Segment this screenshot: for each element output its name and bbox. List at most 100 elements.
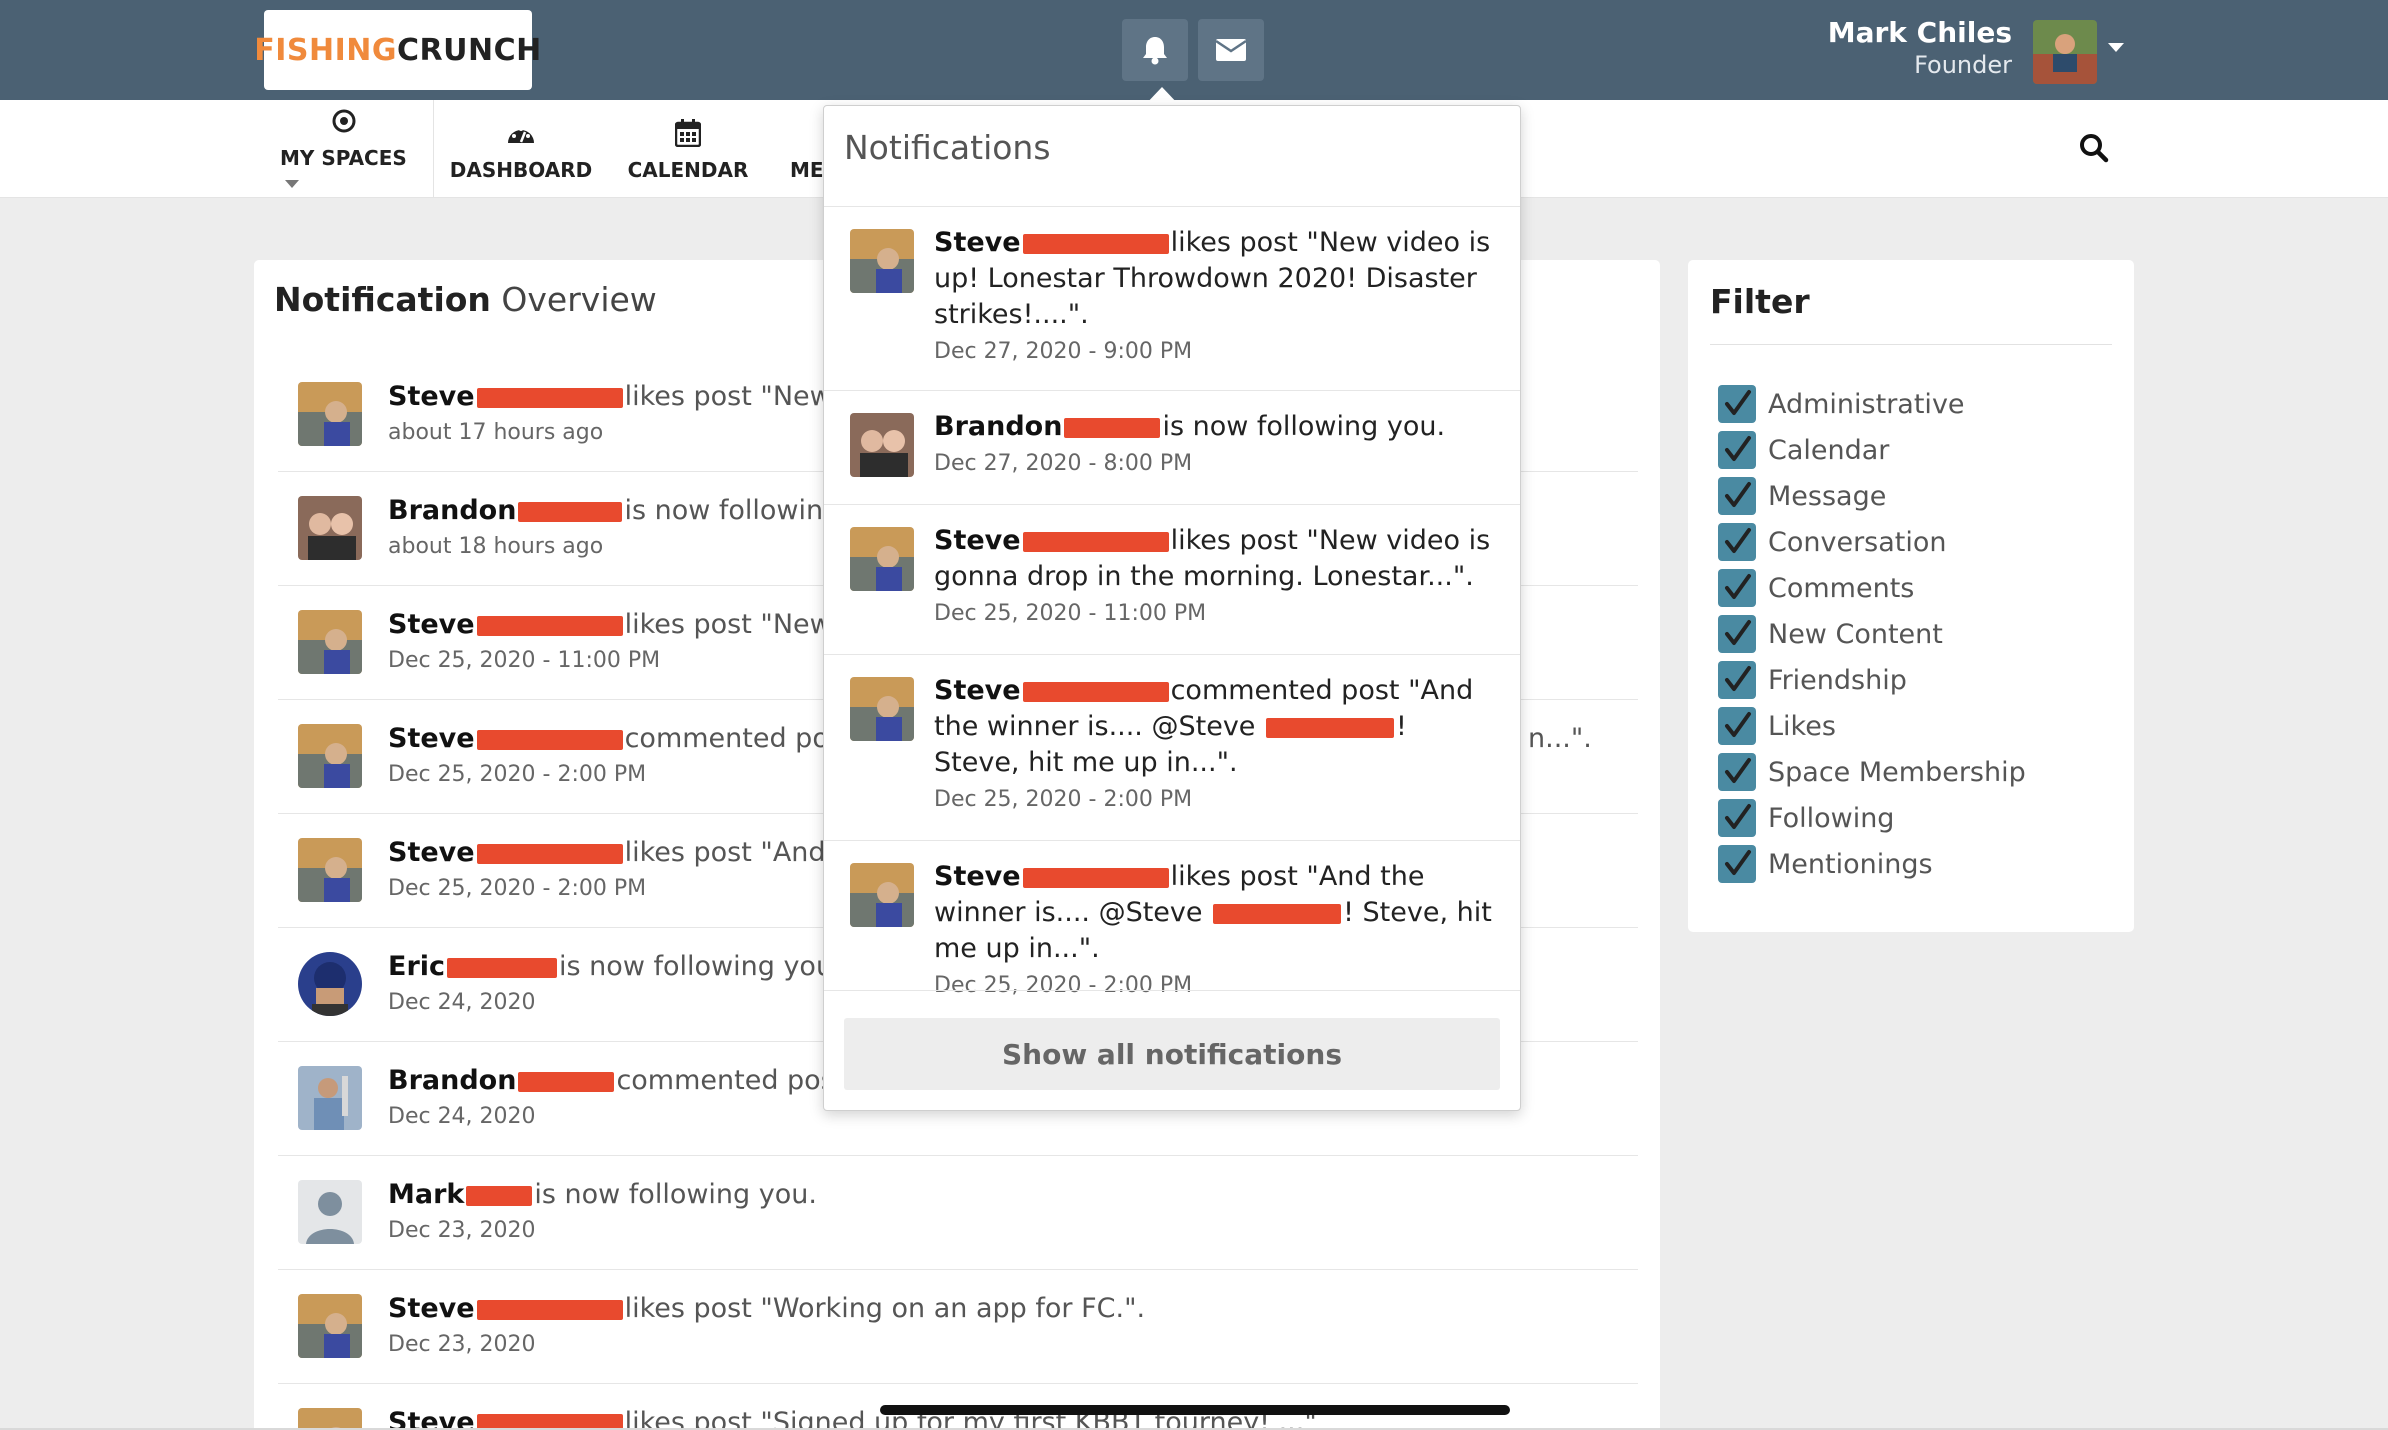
dropdown-title: Notifications <box>844 128 1051 167</box>
filter-panel: Filter Administrative Calendar Message Conv… <box>1688 260 2134 932</box>
redacted-name <box>476 387 623 408</box>
notification-time: Dec 24, 2020 <box>388 1104 536 1129</box>
logo-text-crunch: CRUNCH <box>397 32 542 68</box>
checkbox-checked-icon[interactable] <box>1718 845 1756 883</box>
notification-text: Steve likes post "And the <box>388 837 879 868</box>
redacted-name <box>1266 717 1394 738</box>
dropdown-notification-text: Steve likes post "New video is gonna drop… <box>934 523 1494 631</box>
filter-option-label: Calendar <box>1768 434 1890 466</box>
filter-option[interactable]: Administrative <box>1718 384 1965 424</box>
filter-option-label: Conversation <box>1768 526 1947 558</box>
dropdown-notification-item[interactable]: Steve likes post "And the winner is.... @… <box>824 840 1520 998</box>
dropdown-notification-item[interactable]: Brandon is now following you. Dec 27, 202… <box>824 390 1520 504</box>
avatar <box>850 677 914 741</box>
avatar <box>850 229 914 293</box>
notification-time: Dec 25, 2020 - 2:00 PM <box>388 876 647 901</box>
panel-title: Notification Overview <box>274 280 657 319</box>
filter-option-label: New Content <box>1768 618 1943 650</box>
nav-my-spaces[interactable]: MY SPACES <box>280 100 408 198</box>
filter-option[interactable]: Calendar <box>1718 430 1889 470</box>
filter-option[interactable]: New Content <box>1718 614 1943 654</box>
filter-option[interactable]: Message <box>1718 476 1886 516</box>
user-avatar[interactable] <box>2033 20 2097 84</box>
logo[interactable]: FISHING CRUNCH <box>254 10 541 90</box>
avatar[interactable] <box>298 1294 362 1358</box>
avatar[interactable] <box>298 610 362 674</box>
notification-time: Dec 23, 2020 <box>388 1218 536 1243</box>
avatar[interactable] <box>298 382 362 446</box>
nav-dashboard[interactable]: DASHBOARD <box>450 100 592 198</box>
checkbox-checked-icon[interactable] <box>1718 707 1756 745</box>
dropdown-notification-time: Dec 25, 2020 - 11:00 PM <box>934 601 1207 626</box>
messages-button[interactable] <box>1198 19 1264 81</box>
checkbox-checked-icon[interactable] <box>1718 431 1756 469</box>
notification-time: Dec 25, 2020 - 2:00 PM <box>388 762 647 787</box>
redacted-name <box>476 729 623 750</box>
checkbox-checked-icon[interactable] <box>1718 661 1756 699</box>
logo-text-fishing: FISHING <box>254 32 398 68</box>
dropdown-notification-item[interactable]: Steve likes post "New video is gonna drop… <box>824 504 1520 654</box>
avatar[interactable] <box>298 838 362 902</box>
notification-time: Dec 25, 2020 - 11:00 PM <box>388 648 661 673</box>
dropdown-notification-text: Brandon is now following you. Dec 27, 202… <box>934 409 1494 481</box>
notification-text: Mark is now following you. <box>388 1179 817 1210</box>
checkbox-checked-icon[interactable] <box>1718 385 1756 423</box>
avatar[interactable] <box>298 1408 362 1430</box>
filter-option-label: Administrative <box>1768 388 1965 420</box>
checkbox-checked-icon[interactable] <box>1718 615 1756 653</box>
avatar[interactable] <box>298 1066 362 1130</box>
redacted-name <box>1213 903 1342 924</box>
filter-option[interactable]: Following <box>1718 798 1894 838</box>
notification-text: Steve likes post "Working on an app for F… <box>388 1293 1146 1324</box>
filter-option-label: Comments <box>1768 572 1915 604</box>
top-bar: FISHING CRUNCH Mark Chiles Founder <box>0 0 2388 100</box>
notification-time: about 18 hours ago <box>388 534 604 559</box>
checkbox-checked-icon[interactable] <box>1718 799 1756 837</box>
redacted-name <box>1022 233 1169 254</box>
checkbox-checked-icon[interactable] <box>1718 477 1756 515</box>
redacted-name <box>476 843 623 864</box>
filter-option[interactable]: Friendship <box>1718 660 1907 700</box>
dropdown-notification-text: Steve likes post "New video is up! Lonest… <box>934 225 1494 369</box>
filter-option-label: Mentionings <box>1768 848 1933 880</box>
checkbox-checked-icon[interactable] <box>1718 753 1756 791</box>
avatar[interactable] <box>298 1180 362 1244</box>
dropdown-notification-text: Steve likes post "And the winner is.... @… <box>934 859 1494 1003</box>
target-icon <box>332 109 356 133</box>
dropdown-notification-time: Dec 27, 2020 - 9:00 PM <box>934 339 1193 364</box>
dropdown-notification-item[interactable]: Steve likes post "New video is up! Lonest… <box>824 206 1520 390</box>
dropdown-notification-item[interactable]: Steve commented post "And the winner is..… <box>824 654 1520 840</box>
filter-option[interactable]: Space Membership <box>1718 752 2026 792</box>
redacted-name <box>518 501 623 522</box>
divider <box>824 990 1520 991</box>
notification-text-tail: n...". <box>1528 723 1592 754</box>
user-name[interactable]: Mark Chiles <box>1828 16 2012 49</box>
user-role: Founder <box>1914 51 2012 79</box>
home-indicator <box>880 1405 1510 1415</box>
show-all-notifications-button[interactable]: Show all notifications <box>844 1018 1500 1090</box>
filter-option[interactable]: Comments <box>1718 568 1914 608</box>
avatar[interactable] <box>298 724 362 788</box>
filter-option[interactable]: Likes <box>1718 706 1836 746</box>
notification-row[interactable]: Mark is now following you. Dec 23, 2020 <box>278 1156 1638 1270</box>
notification-text: Steve commented post " <box>388 723 875 754</box>
dropdown-notification-time: Dec 25, 2020 - 2:00 PM <box>934 973 1193 998</box>
filter-option[interactable]: Mentionings <box>1718 844 1933 884</box>
nav-calendar[interactable]: CALENDAR <box>628 100 748 198</box>
notification-text: Brandon commented post " <box>388 1065 867 1096</box>
notifications-button[interactable] <box>1122 19 1188 81</box>
checkbox-checked-icon[interactable] <box>1718 523 1756 561</box>
nav-divider <box>433 100 434 198</box>
filter-option-label: Following <box>1768 802 1895 834</box>
user-menu-caret[interactable] <box>2108 43 2124 52</box>
filter-option[interactable]: Conversation <box>1718 522 1947 562</box>
checkbox-checked-icon[interactable] <box>1718 569 1756 607</box>
nav-dashboard-label: DASHBOARD <box>449 158 593 182</box>
filter-option-label: Space Membership <box>1768 756 2026 788</box>
search-icon[interactable] <box>2079 133 2109 163</box>
redacted-name <box>1022 867 1169 888</box>
avatar[interactable] <box>298 496 362 560</box>
notification-row[interactable]: Steve likes post "Working on an app for F… <box>278 1270 1638 1384</box>
redacted-name <box>1022 531 1169 552</box>
avatar[interactable] <box>298 952 362 1016</box>
